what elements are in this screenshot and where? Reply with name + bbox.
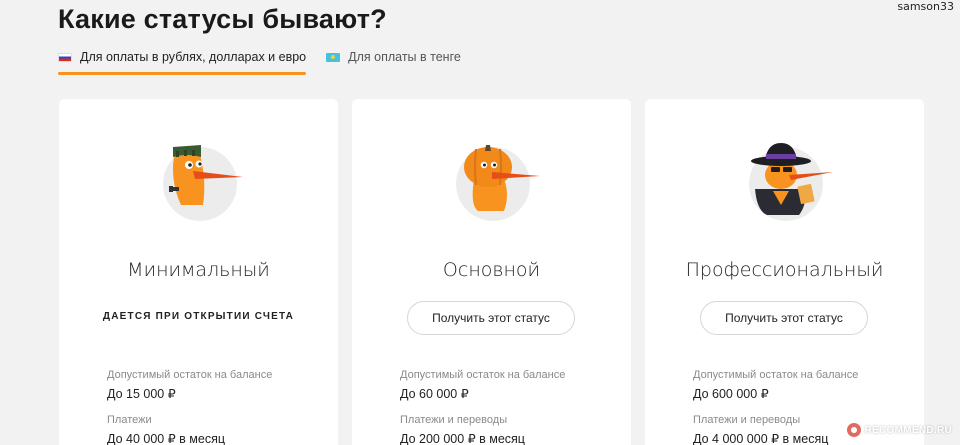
payments-label: Платежи [107,414,152,426]
recommend-logo-icon [846,423,861,437]
watermark: RECOMMEND.RU [846,423,953,437]
page-title: Какие статусы бывают? [58,4,387,34]
balance-value: До 600 000 ₽ [693,387,769,401]
balance-value: До 15 000 ₽ [107,387,176,401]
pumpkin-bird-icon [456,145,540,221]
status-name: Основной [442,259,541,281]
payments-label: Платежи и переводы [693,414,801,426]
tab-label: Для оплаты в рублях, долларах и евро [80,50,307,64]
russia-flag-icon [58,53,72,62]
get-status-button[interactable]: Получить этот статус [700,301,868,335]
status-name: Минимальный [127,259,270,281]
balance-label: Допустимый остаток на балансе [107,369,273,381]
status-card-professional: Профессиональный Получить этот статус До… [645,99,924,445]
status-card-basic: Основной Получить этот статус Допустимый… [352,99,631,445]
payments-value: До 200 000 ₽ в месяц [400,432,525,445]
currency-tabs: Для оплаты в рублях, долларах и евро Для… [58,47,461,75]
status-note: ДАЕТСЯ ПРИ ОТКРЫТИИ СЧЕТА [102,311,295,322]
status-card-minimal: Минимальный ДАЕТСЯ ПРИ ОТКРЫТИИ СЧЕТА До… [59,99,338,445]
kazakhstan-flag-icon [326,53,341,62]
tab-rub-usd-eur[interactable]: Для оплаты в рублях, долларах и евро [58,47,307,75]
spy-bird-icon [749,143,833,221]
get-status-button[interactable]: Получить этот статус [407,301,575,335]
frankenstein-bird-icon [163,145,243,221]
balance-label: Допустимый остаток на балансе [400,369,566,381]
payments-value: До 4 000 000 ₽ в месяц [693,432,829,445]
watermark-text: RECOMMEND.RU [864,424,952,436]
username-label: samson33 [897,0,954,13]
tab-label: Для оплаты в тенге [348,50,461,64]
balance-label: Допустимый остаток на балансе [693,369,859,381]
payments-value: До 40 000 ₽ в месяц [107,432,225,445]
status-cards: Минимальный ДАЕТСЯ ПРИ ОТКРЫТИИ СЧЕТА До… [59,99,924,445]
balance-value: До 60 000 ₽ [400,387,469,401]
status-name: Профессиональный [685,259,884,281]
payments-label: Платежи и переводы [400,414,508,426]
tab-tenge[interactable]: Для оплаты в тенге [326,47,461,75]
